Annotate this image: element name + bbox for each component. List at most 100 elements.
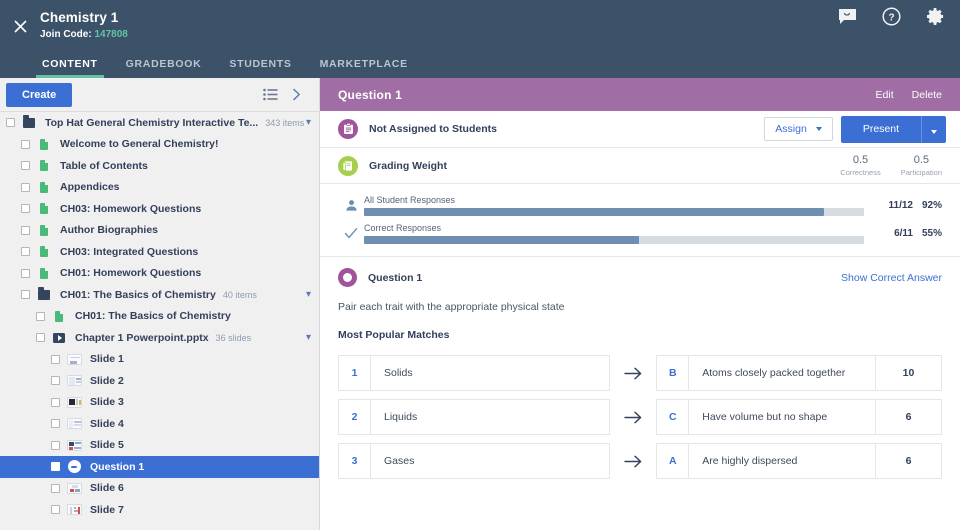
chevron-down-icon: [931, 129, 937, 134]
tree-row[interactable]: CH01: The Basics of Chemistry: [0, 306, 319, 328]
tree-row-label: Chapter 1 Powerpoint.pptx: [75, 331, 209, 344]
row-checkbox[interactable]: [36, 333, 45, 343]
tree-row[interactable]: CH01: The Basics of Chemistry 40 items ▾: [0, 284, 319, 306]
match-definition-text: Atoms closely packed together: [702, 367, 846, 379]
grading-weight-row: Grading Weight 0.5 Correctness 0.5 Parti…: [320, 148, 960, 184]
all-responses-stats: 11/12 92%: [864, 200, 943, 211]
tree-row[interactable]: Slide 3: [0, 392, 319, 414]
assignment-buttons: Assign Present: [764, 115, 946, 143]
chevron-down-icon[interactable]: ▾: [306, 117, 311, 128]
chevron-right-icon[interactable]: [283, 84, 309, 106]
row-checkbox[interactable]: [21, 268, 30, 278]
assign-button-label: Assign: [775, 123, 807, 135]
tree-row[interactable]: Slide 1: [0, 349, 319, 371]
row-checkbox[interactable]: [21, 225, 30, 235]
row-checkbox[interactable]: [51, 419, 60, 429]
tree-row[interactable]: Welcome to General Chemistry!: [0, 134, 319, 156]
tree-row[interactable]: Chapter 1 Powerpoint.pptx 36 slides ▾: [0, 327, 319, 349]
close-icon[interactable]: [4, 10, 36, 42]
edit-button[interactable]: Edit: [876, 89, 894, 101]
settings-gear-icon[interactable]: [924, 5, 946, 27]
tree-row[interactable]: Slide 7: [0, 499, 319, 521]
row-checkbox[interactable]: [51, 376, 60, 386]
tree-row[interactable]: CH03: Integrated Questions: [0, 241, 319, 263]
clipboard-icon: [338, 119, 358, 139]
assign-button[interactable]: Assign: [764, 117, 833, 141]
row-checkbox[interactable]: [51, 483, 60, 493]
tree-row[interactable]: CH01: Homework Questions: [0, 263, 319, 285]
row-checkbox[interactable]: [21, 204, 30, 214]
tree-row[interactable]: Slide 4: [0, 413, 319, 435]
tree-row[interactable]: Appendices: [0, 177, 319, 199]
tab-marketplace[interactable]: MARKETPLACE: [306, 58, 422, 78]
course-header: Chemistry 1 Join Code: 147808: [0, 0, 960, 46]
row-checkbox[interactable]: [51, 354, 60, 364]
slide-thumbnail-icon: [66, 439, 82, 451]
row-checkbox[interactable]: [21, 247, 30, 257]
match-definition-key: C: [657, 400, 690, 434]
question-detail-panel: Question 1 Edit Delete Not Assigned to S…: [320, 78, 960, 530]
match-definition-cell: B Atoms closely packed together 10: [656, 355, 942, 391]
arrow-right-icon: [610, 454, 656, 469]
page-icon: [40, 203, 48, 215]
row-checkbox[interactable]: [36, 311, 45, 321]
chevron-down-icon[interactable]: ▾: [306, 332, 311, 343]
tab-students[interactable]: STUDENTS: [215, 58, 305, 78]
tree-row[interactable]: Author Biographies: [0, 220, 319, 242]
match-term-cell: 2 Liquids: [338, 399, 611, 435]
row-icon: [65, 375, 83, 387]
row-checkbox[interactable]: [51, 462, 60, 472]
slide-thumbnail-icon: [66, 418, 82, 430]
tree-row[interactable]: CH03: Homework Questions: [0, 198, 319, 220]
row-checkbox[interactable]: [21, 290, 30, 300]
tab-content[interactable]: CONTENT: [28, 58, 112, 78]
tree-row[interactable]: Slide 2: [0, 370, 319, 392]
question-icon: [67, 460, 81, 474]
row-checkbox[interactable]: [21, 139, 30, 149]
present-button[interactable]: Present: [840, 115, 921, 143]
help-icon[interactable]: ?: [880, 5, 902, 27]
tree-row-label: Author Biographies: [60, 224, 159, 237]
row-icon: [35, 287, 53, 300]
tree-row[interactable]: Table of Contents: [0, 155, 319, 177]
weight-correctness-value: 0.5: [852, 153, 869, 166]
row-checkbox[interactable]: [21, 182, 30, 192]
topbar-icon-group: ?: [836, 5, 946, 27]
page-icon: [40, 181, 48, 193]
slide-thumbnail-icon: [66, 375, 82, 387]
messages-icon[interactable]: [836, 5, 858, 27]
chevron-down-icon[interactable]: ▾: [306, 289, 311, 300]
show-correct-answer-link[interactable]: Show Correct Answer: [841, 272, 942, 284]
arrow-right-icon: [610, 410, 656, 425]
folder-icon: [23, 115, 35, 128]
match-response-count: 6: [875, 444, 941, 478]
create-button[interactable]: Create: [6, 82, 73, 107]
correct-responses-fill: [364, 236, 639, 244]
present-dropdown-button[interactable]: [921, 115, 946, 143]
tree-row[interactable]: Top Hat General Chemistry Interactive Te…: [0, 112, 319, 134]
row-checkbox[interactable]: [21, 161, 30, 171]
row-icon: [35, 160, 53, 172]
nav-tabs: CONTENT GRADEBOOK STUDENTS MARKETPLACE: [0, 46, 960, 78]
weight-participation: 0.5 Participation: [901, 154, 942, 178]
row-checkbox[interactable]: [51, 505, 60, 515]
match-response-count: 10: [875, 356, 941, 390]
tab-gradebook[interactable]: GRADEBOOK: [112, 58, 216, 78]
tree-row-count: 343 items: [265, 117, 305, 128]
tree-row[interactable]: Slide 5: [0, 435, 319, 457]
grading-weight-label: Grading Weight: [369, 159, 447, 172]
row-checkbox[interactable]: [51, 397, 60, 407]
tree-row-count: 40 items: [222, 289, 257, 300]
tree-row[interactable]: Slide 6: [0, 478, 319, 500]
row-checkbox[interactable]: [6, 118, 15, 128]
list-view-icon[interactable]: [257, 84, 283, 106]
tree-row-label: Welcome to General Chemistry!: [60, 138, 219, 151]
delete-button[interactable]: Delete: [912, 89, 942, 101]
tree-row-label: CH03: Homework Questions: [60, 202, 202, 215]
row-checkbox[interactable]: [51, 440, 60, 450]
correct-responses-bar-wrap: Correct Responses: [364, 222, 864, 244]
content-tree[interactable]: Top Hat General Chemistry Interactive Te…: [0, 111, 319, 530]
row-icon: [20, 115, 38, 128]
tree-row[interactable]: Question 1: [0, 456, 319, 478]
match-response-count: 6: [875, 400, 941, 434]
